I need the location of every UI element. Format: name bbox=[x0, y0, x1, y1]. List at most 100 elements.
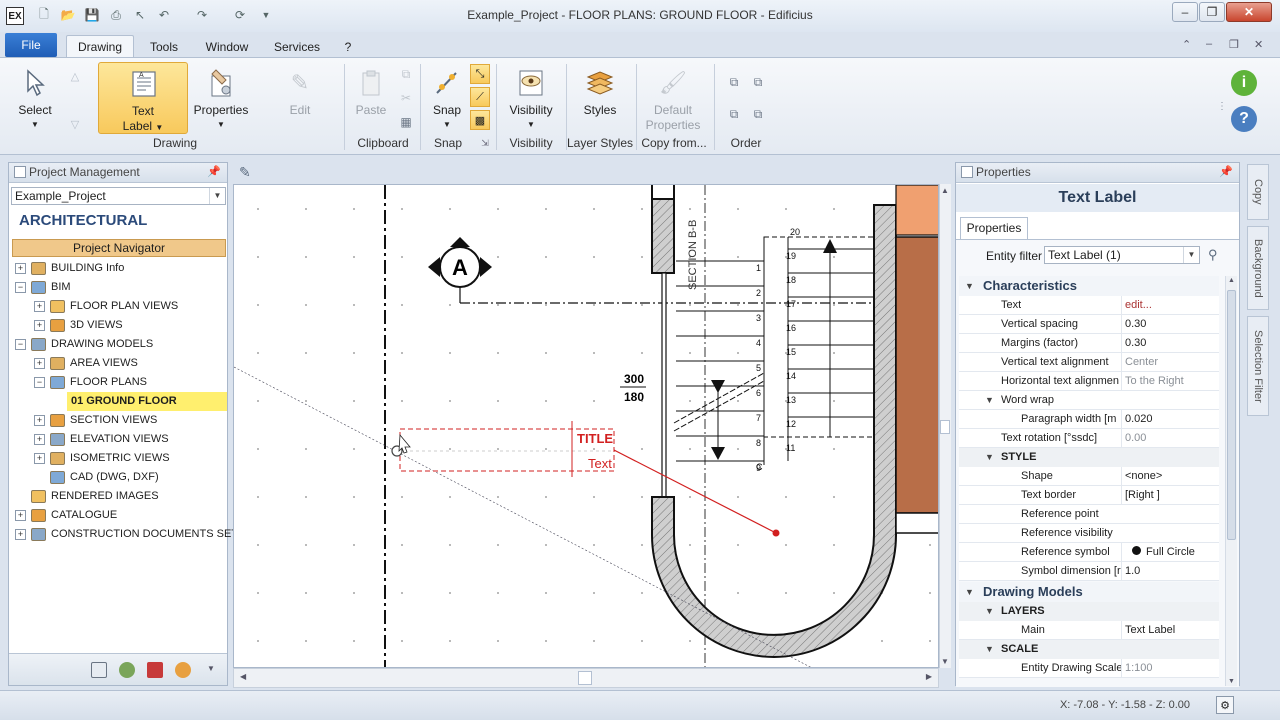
snap-settings-icon[interactable]: ⇲ bbox=[478, 136, 492, 150]
tree-item[interactable]: RENDERED IMAGES bbox=[9, 487, 227, 506]
select-button[interactable]: Select ▼ bbox=[12, 62, 58, 134]
category-drawing-models[interactable]: ▼ Drawing Models bbox=[959, 582, 1219, 602]
property-row[interactable]: Vertical spacing 0.30 bbox=[959, 315, 1219, 334]
expand-icon[interactable]: + bbox=[34, 301, 45, 312]
text-label-body[interactable]: Text bbox=[588, 456, 612, 471]
property-row[interactable]: Text rotation [°ssdc] 0.00 bbox=[959, 429, 1219, 448]
text-label-button[interactable]: A Text Label ▼ bbox=[98, 62, 188, 134]
scroll-left-icon[interactable]: ◀ bbox=[240, 672, 246, 681]
tree-item[interactable]: − DRAWING MODELS bbox=[9, 335, 227, 354]
property-row[interactable]: Main Text Label bbox=[959, 621, 1219, 640]
file-tab[interactable]: File bbox=[5, 33, 57, 57]
group-style[interactable]: ▼ STYLE bbox=[959, 448, 1219, 467]
visibility-button[interactable]: Visibility ▼ bbox=[502, 62, 560, 134]
tree-item[interactable]: CAD (DWG, DXF) bbox=[9, 468, 227, 487]
expand-icon[interactable]: + bbox=[34, 415, 45, 426]
pin-icon[interactable]: 📌 bbox=[1219, 163, 1233, 182]
text-label-title[interactable]: TITLE bbox=[577, 431, 613, 446]
snap-grid-icon[interactable]: ▩ bbox=[470, 110, 490, 130]
reference-point-icon[interactable] bbox=[772, 529, 780, 537]
edit-drawing-icon[interactable]: ✎ bbox=[239, 164, 251, 181]
tree-icon[interactable] bbox=[119, 662, 135, 678]
settings-icon[interactable] bbox=[175, 662, 191, 678]
tab-help[interactable]: ? bbox=[338, 35, 358, 58]
tree-item[interactable]: − BIM bbox=[9, 278, 227, 297]
tree-item[interactable]: + ISOMETRIC VIEWS bbox=[9, 449, 227, 468]
bring-to-front-icon[interactable]: ⧉ bbox=[724, 104, 744, 124]
tab-services[interactable]: Services bbox=[268, 35, 326, 58]
property-row[interactable]: Margins (factor) 0.30 bbox=[959, 334, 1219, 353]
property-row[interactable]: Entity Drawing Scale 1:100 bbox=[959, 659, 1219, 678]
tab-tools[interactable]: Tools bbox=[142, 35, 186, 58]
tree-item[interactable]: − FLOOR PLANS bbox=[9, 373, 227, 392]
property-row[interactable]: Reference symbol Full Circle bbox=[959, 543, 1219, 562]
property-row[interactable]: Horizontal text alignmen To the Right bbox=[959, 372, 1219, 391]
property-row[interactable]: Paragraph width [m 0.020 bbox=[959, 410, 1219, 429]
tab-window[interactable]: Window bbox=[198, 35, 256, 58]
tree-item[interactable]: + BUILDING Info bbox=[9, 259, 227, 278]
send-backward-icon[interactable]: ⧉ bbox=[748, 72, 768, 92]
cad-icon[interactable] bbox=[147, 662, 163, 678]
scroll-up-icon[interactable]: ▲ bbox=[1228, 277, 1235, 284]
group-scale[interactable]: ▼ SCALE bbox=[959, 640, 1219, 659]
collapse-icon[interactable]: − bbox=[15, 339, 26, 350]
drawing-canvas[interactable]: A 20 19 18 17 16 15 14 13 12 11 1 2 3 4 … bbox=[233, 184, 939, 668]
ribbon-collapse-icon[interactable]: ⌃ bbox=[1182, 38, 1191, 51]
maximize-button[interactable]: ❐ bbox=[1199, 2, 1225, 22]
copy-icon[interactable]: ⧉ bbox=[396, 64, 416, 84]
scroll-down-icon[interactable]: ▼ bbox=[941, 657, 949, 666]
property-row[interactable]: Reference visibility✓ bbox=[959, 524, 1219, 543]
property-row[interactable]: Symbol dimension [r 1.0 bbox=[959, 562, 1219, 581]
properties-button[interactable]: Properties ▼ bbox=[193, 62, 249, 134]
styles-button[interactable]: Styles bbox=[572, 62, 628, 134]
scroll-down-icon[interactable]: ▼ bbox=[1228, 678, 1235, 685]
tree-item[interactable]: +3D VIEWS bbox=[9, 316, 227, 335]
property-row[interactable]: Text edit... bbox=[959, 296, 1219, 315]
minimize-button[interactable]: – bbox=[1172, 2, 1198, 22]
expand-icon[interactable]: + bbox=[34, 453, 45, 464]
collapse-icon[interactable]: − bbox=[34, 377, 45, 388]
tree-item[interactable]: + ELEVATION VIEWS bbox=[9, 430, 227, 449]
scroll-up-icon[interactable]: ▲ bbox=[941, 186, 949, 195]
expand-icon[interactable]: + bbox=[34, 320, 45, 331]
tree-item[interactable]: + CONSTRUCTION DOCUMENTS SET bbox=[9, 525, 238, 544]
arrow-up-icon[interactable]: △ bbox=[65, 66, 85, 86]
tree-item[interactable]: 01 GROUND FLOOR bbox=[9, 392, 227, 411]
floor-plan-icon[interactable] bbox=[91, 662, 107, 678]
scroll-right-icon[interactable]: ▶ bbox=[926, 672, 932, 681]
toolbar-dropdown-icon[interactable]: ▼ bbox=[207, 664, 215, 673]
collapse-icon[interactable]: − bbox=[15, 282, 26, 293]
tab-drawing[interactable]: Drawing bbox=[66, 35, 134, 58]
tree-item[interactable]: + CATALOGUE bbox=[9, 506, 227, 525]
property-row[interactable]: Shape <none> bbox=[959, 467, 1219, 486]
expand-icon[interactable]: + bbox=[15, 510, 26, 521]
cut-icon[interactable]: ✂ bbox=[396, 88, 416, 108]
default-properties-button[interactable]: 🖌 Default Properties bbox=[640, 62, 706, 134]
paste-button[interactable]: Paste bbox=[350, 62, 392, 134]
tree-item[interactable]: + AREA VIEWS bbox=[9, 354, 227, 373]
snap-endpoint-icon[interactable]: ⤡ bbox=[470, 64, 490, 84]
expand-icon[interactable]: + bbox=[15, 529, 26, 540]
project-select[interactable]: Example_Project ▼ bbox=[11, 187, 226, 205]
expand-icon[interactable]: + bbox=[34, 434, 45, 445]
side-tab-background[interactable]: Background bbox=[1247, 226, 1269, 310]
edit-button[interactable]: ✎ Edit bbox=[276, 62, 324, 134]
info-icon[interactable]: i bbox=[1231, 70, 1257, 96]
entity-filter-select[interactable]: Text Label (1) ▼ bbox=[1044, 246, 1200, 264]
send-to-back-icon[interactable]: ⧉ bbox=[748, 104, 768, 124]
filter-icon[interactable]: ⚲ bbox=[1208, 247, 1218, 263]
properties-scrollbar[interactable]: ▲ ▼ bbox=[1225, 276, 1237, 686]
tab-properties[interactable]: Properties bbox=[960, 217, 1028, 239]
scroll-thumb[interactable] bbox=[940, 420, 950, 434]
property-row[interactable]: Text border [Right ] bbox=[959, 486, 1219, 505]
tree-item[interactable]: + SECTION VIEWS bbox=[9, 411, 227, 430]
vertical-scrollbar[interactable]: ▲ ▼ bbox=[939, 184, 951, 668]
arrow-down-icon[interactable]: ▽ bbox=[65, 114, 85, 134]
property-row[interactable]: ▼Word wrap✓ bbox=[959, 391, 1219, 410]
expand-icon[interactable]: + bbox=[34, 358, 45, 369]
side-tab-selection-filter[interactable]: Selection Filter bbox=[1247, 316, 1269, 416]
scroll-thumb[interactable] bbox=[578, 671, 592, 685]
expand-icon[interactable]: + bbox=[15, 263, 26, 274]
snap-button[interactable]: Snap ▼ bbox=[426, 62, 468, 134]
status-settings-icon[interactable]: ⚙ bbox=[1216, 696, 1234, 714]
